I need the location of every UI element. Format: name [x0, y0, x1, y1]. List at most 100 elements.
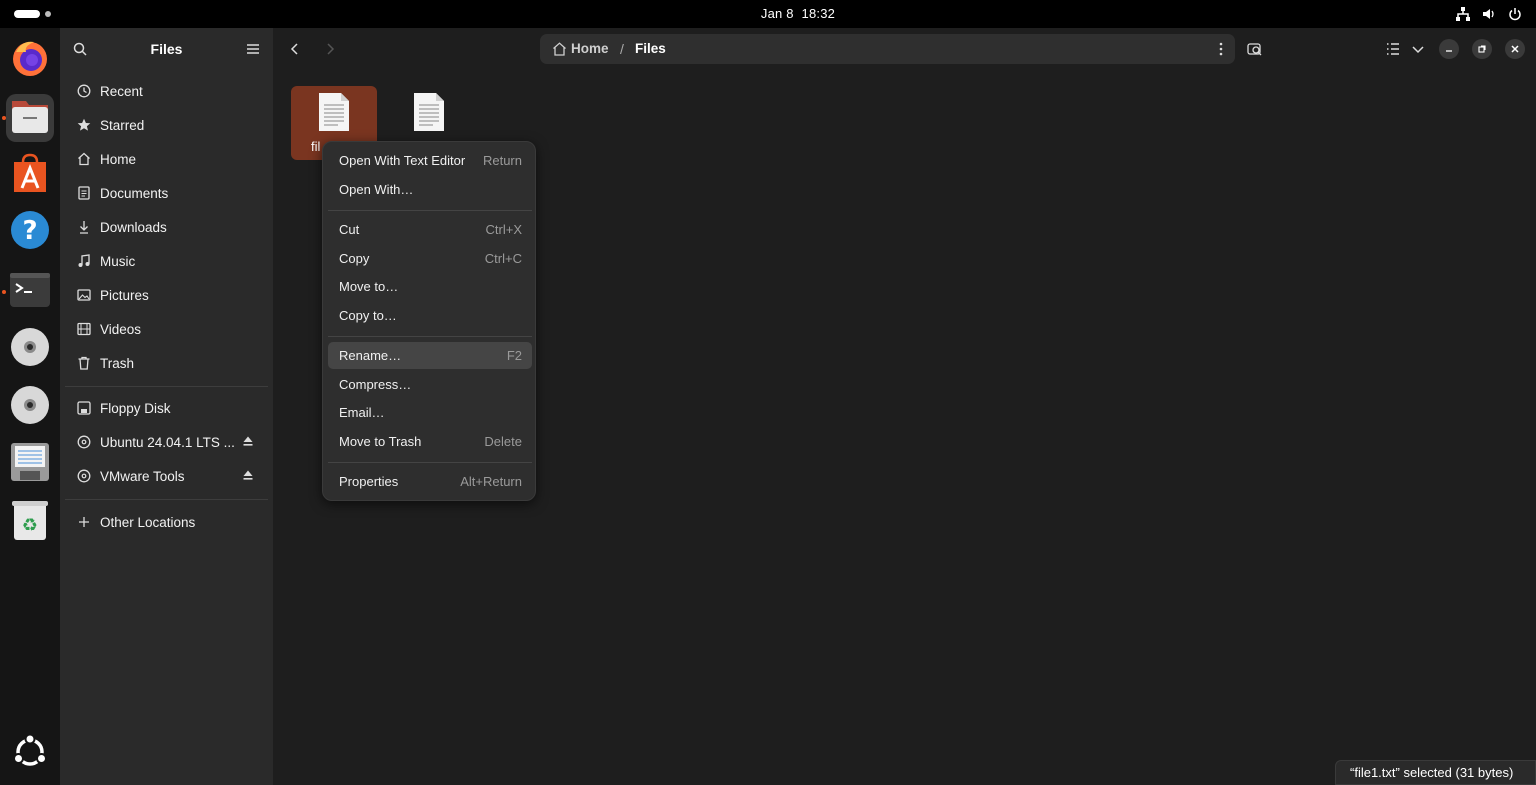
path-bar[interactable]: Home / Files [540, 34, 1235, 64]
sidebar-item-music[interactable]: Music [65, 245, 268, 277]
menu-item-cut[interactable]: Cut Ctrl+X [328, 216, 532, 243]
minimize-button[interactable] [1439, 39, 1459, 59]
menu-item-move-to[interactable]: Move to… [328, 273, 532, 300]
sidebar-item-vmware-tools[interactable]: VMware Tools [65, 460, 268, 492]
close-button[interactable] [1505, 39, 1525, 59]
disc-icon [10, 327, 50, 372]
trash-icon [76, 355, 92, 371]
music-icon [76, 253, 92, 269]
eject-icon[interactable] [242, 435, 254, 447]
floppy-icon [10, 442, 50, 487]
sidebar-item-other-locations[interactable]: Other Locations [65, 506, 268, 538]
sidebar-item-documents[interactable]: Documents [65, 177, 268, 209]
sidebar-title: Files [150, 41, 183, 57]
power-icon[interactable] [1508, 7, 1522, 21]
hamburger-menu-icon[interactable] [246, 42, 260, 56]
menu-item-open-with[interactable]: Open With… [328, 176, 532, 203]
dock-disc-2[interactable] [6, 383, 54, 431]
sidebar-item-ubuntu-disc[interactable]: Ubuntu 24.04.1 LTS ... [65, 426, 268, 458]
sidebar-divider [65, 499, 268, 500]
sidebar-item-pictures[interactable]: Pictures [65, 279, 268, 311]
menu-item-label: Properties [339, 474, 399, 489]
menu-item-shortcut: Ctrl+C [484, 251, 522, 266]
dock-trash[interactable]: ♻ [6, 498, 54, 546]
menu-item-label: Copy [339, 251, 370, 266]
dock-floppy[interactable] [6, 440, 54, 488]
menu-item-shortcut: Alt+Return [460, 474, 522, 489]
picture-icon [76, 287, 92, 303]
menu-item-properties[interactable]: Properties Alt+Return [328, 468, 532, 495]
sidebar-item-label: Other Locations [100, 514, 196, 530]
sidebar-item-label: Starred [100, 117, 145, 133]
sidebar-item-downloads[interactable]: Downloads [65, 211, 268, 243]
sidebar-item-floppy-disk[interactable]: Floppy Disk [65, 392, 268, 424]
sidebar-item-label: Floppy Disk [100, 400, 171, 416]
dock: ? ♻ [0, 28, 60, 785]
app-center-icon [12, 152, 48, 199]
network-icon[interactable] [1456, 7, 1470, 21]
menu-item-open-with-text-editor[interactable]: Open With Text Editor Return [328, 147, 532, 174]
sidebar-item-home[interactable]: Home [65, 143, 268, 175]
menu-item-label: Email… [339, 405, 385, 420]
menu-item-label: Open With… [339, 182, 414, 197]
search-location-icon[interactable] [1246, 40, 1264, 58]
dock-show-apps[interactable] [6, 730, 54, 778]
dock-help[interactable]: ? [6, 208, 54, 256]
menu-item-email[interactable]: Email… [328, 399, 532, 426]
back-icon[interactable] [287, 41, 303, 57]
system-tray[interactable] [1456, 5, 1522, 23]
menu-item-compress[interactable]: Compress… [328, 371, 532, 398]
sidebar-item-label: Music [100, 253, 136, 269]
chevron-down-icon[interactable] [1409, 40, 1427, 58]
list-view-icon[interactable] [1384, 40, 1402, 58]
dock-files[interactable] [6, 94, 54, 142]
terminal-icon [10, 272, 50, 312]
more-options-icon[interactable] [1219, 42, 1223, 56]
menu-item-rename[interactable]: Rename… F2 [328, 342, 532, 369]
volume-icon[interactable] [1482, 7, 1496, 21]
plus-icon [76, 514, 92, 530]
video-icon [76, 321, 92, 337]
text-file-icon [413, 92, 445, 132]
context-menu: Open With Text Editor Return Open With… … [322, 141, 536, 501]
sidebar-item-trash[interactable]: Trash [65, 347, 268, 379]
menu-item-move-to-trash[interactable]: Move to Trash Delete [328, 428, 532, 455]
document-icon [76, 185, 92, 201]
menu-item-shortcut: Delete [484, 434, 522, 449]
menu-item-label: Cut [339, 222, 360, 237]
disc-icon [10, 385, 50, 430]
menu-item-copy-to[interactable]: Copy to… [328, 302, 532, 329]
menu-item-label: Compress… [339, 377, 412, 392]
menu-item-label: Open With Text Editor [339, 153, 466, 168]
menu-item-shortcut: Ctrl+X [485, 222, 522, 237]
home-icon [552, 42, 567, 56]
path-segment-home[interactable]: Home [571, 41, 609, 56]
menu-item-label: Move to… [339, 279, 399, 294]
help-icon: ? [10, 210, 50, 255]
dock-disc-1[interactable] [6, 325, 54, 373]
sidebar-item-label: Recent [100, 83, 143, 99]
menu-item-label: Copy to… [339, 308, 397, 323]
folder-icon [10, 97, 50, 140]
text-file-icon [318, 92, 350, 132]
svg-text:?: ? [22, 216, 37, 246]
firefox-icon [10, 38, 50, 83]
dock-app-center[interactable] [6, 151, 54, 199]
forward-icon[interactable] [322, 41, 338, 57]
star-icon [76, 117, 92, 133]
maximize-button[interactable] [1472, 39, 1492, 59]
sidebar-item-starred[interactable]: Starred [65, 109, 268, 141]
clock[interactable]: Jan 8 18:32 [0, 6, 1536, 21]
menu-item-label: Rename… [339, 348, 402, 363]
sidebar-item-label: Ubuntu 24.04.1 LTS ... [100, 434, 235, 450]
home-icon [76, 151, 92, 167]
eject-icon[interactable] [242, 469, 254, 481]
sidebar-item-label: VMware Tools [100, 468, 185, 484]
path-segment-current[interactable]: Files [635, 41, 666, 56]
dock-firefox[interactable] [6, 36, 54, 84]
sidebar-item-recent[interactable]: Recent [65, 75, 268, 107]
menu-item-copy[interactable]: Copy Ctrl+C [328, 245, 532, 272]
dock-terminal[interactable] [6, 268, 54, 316]
sidebar-item-videos[interactable]: Videos [65, 313, 268, 345]
menu-separator [328, 336, 532, 337]
